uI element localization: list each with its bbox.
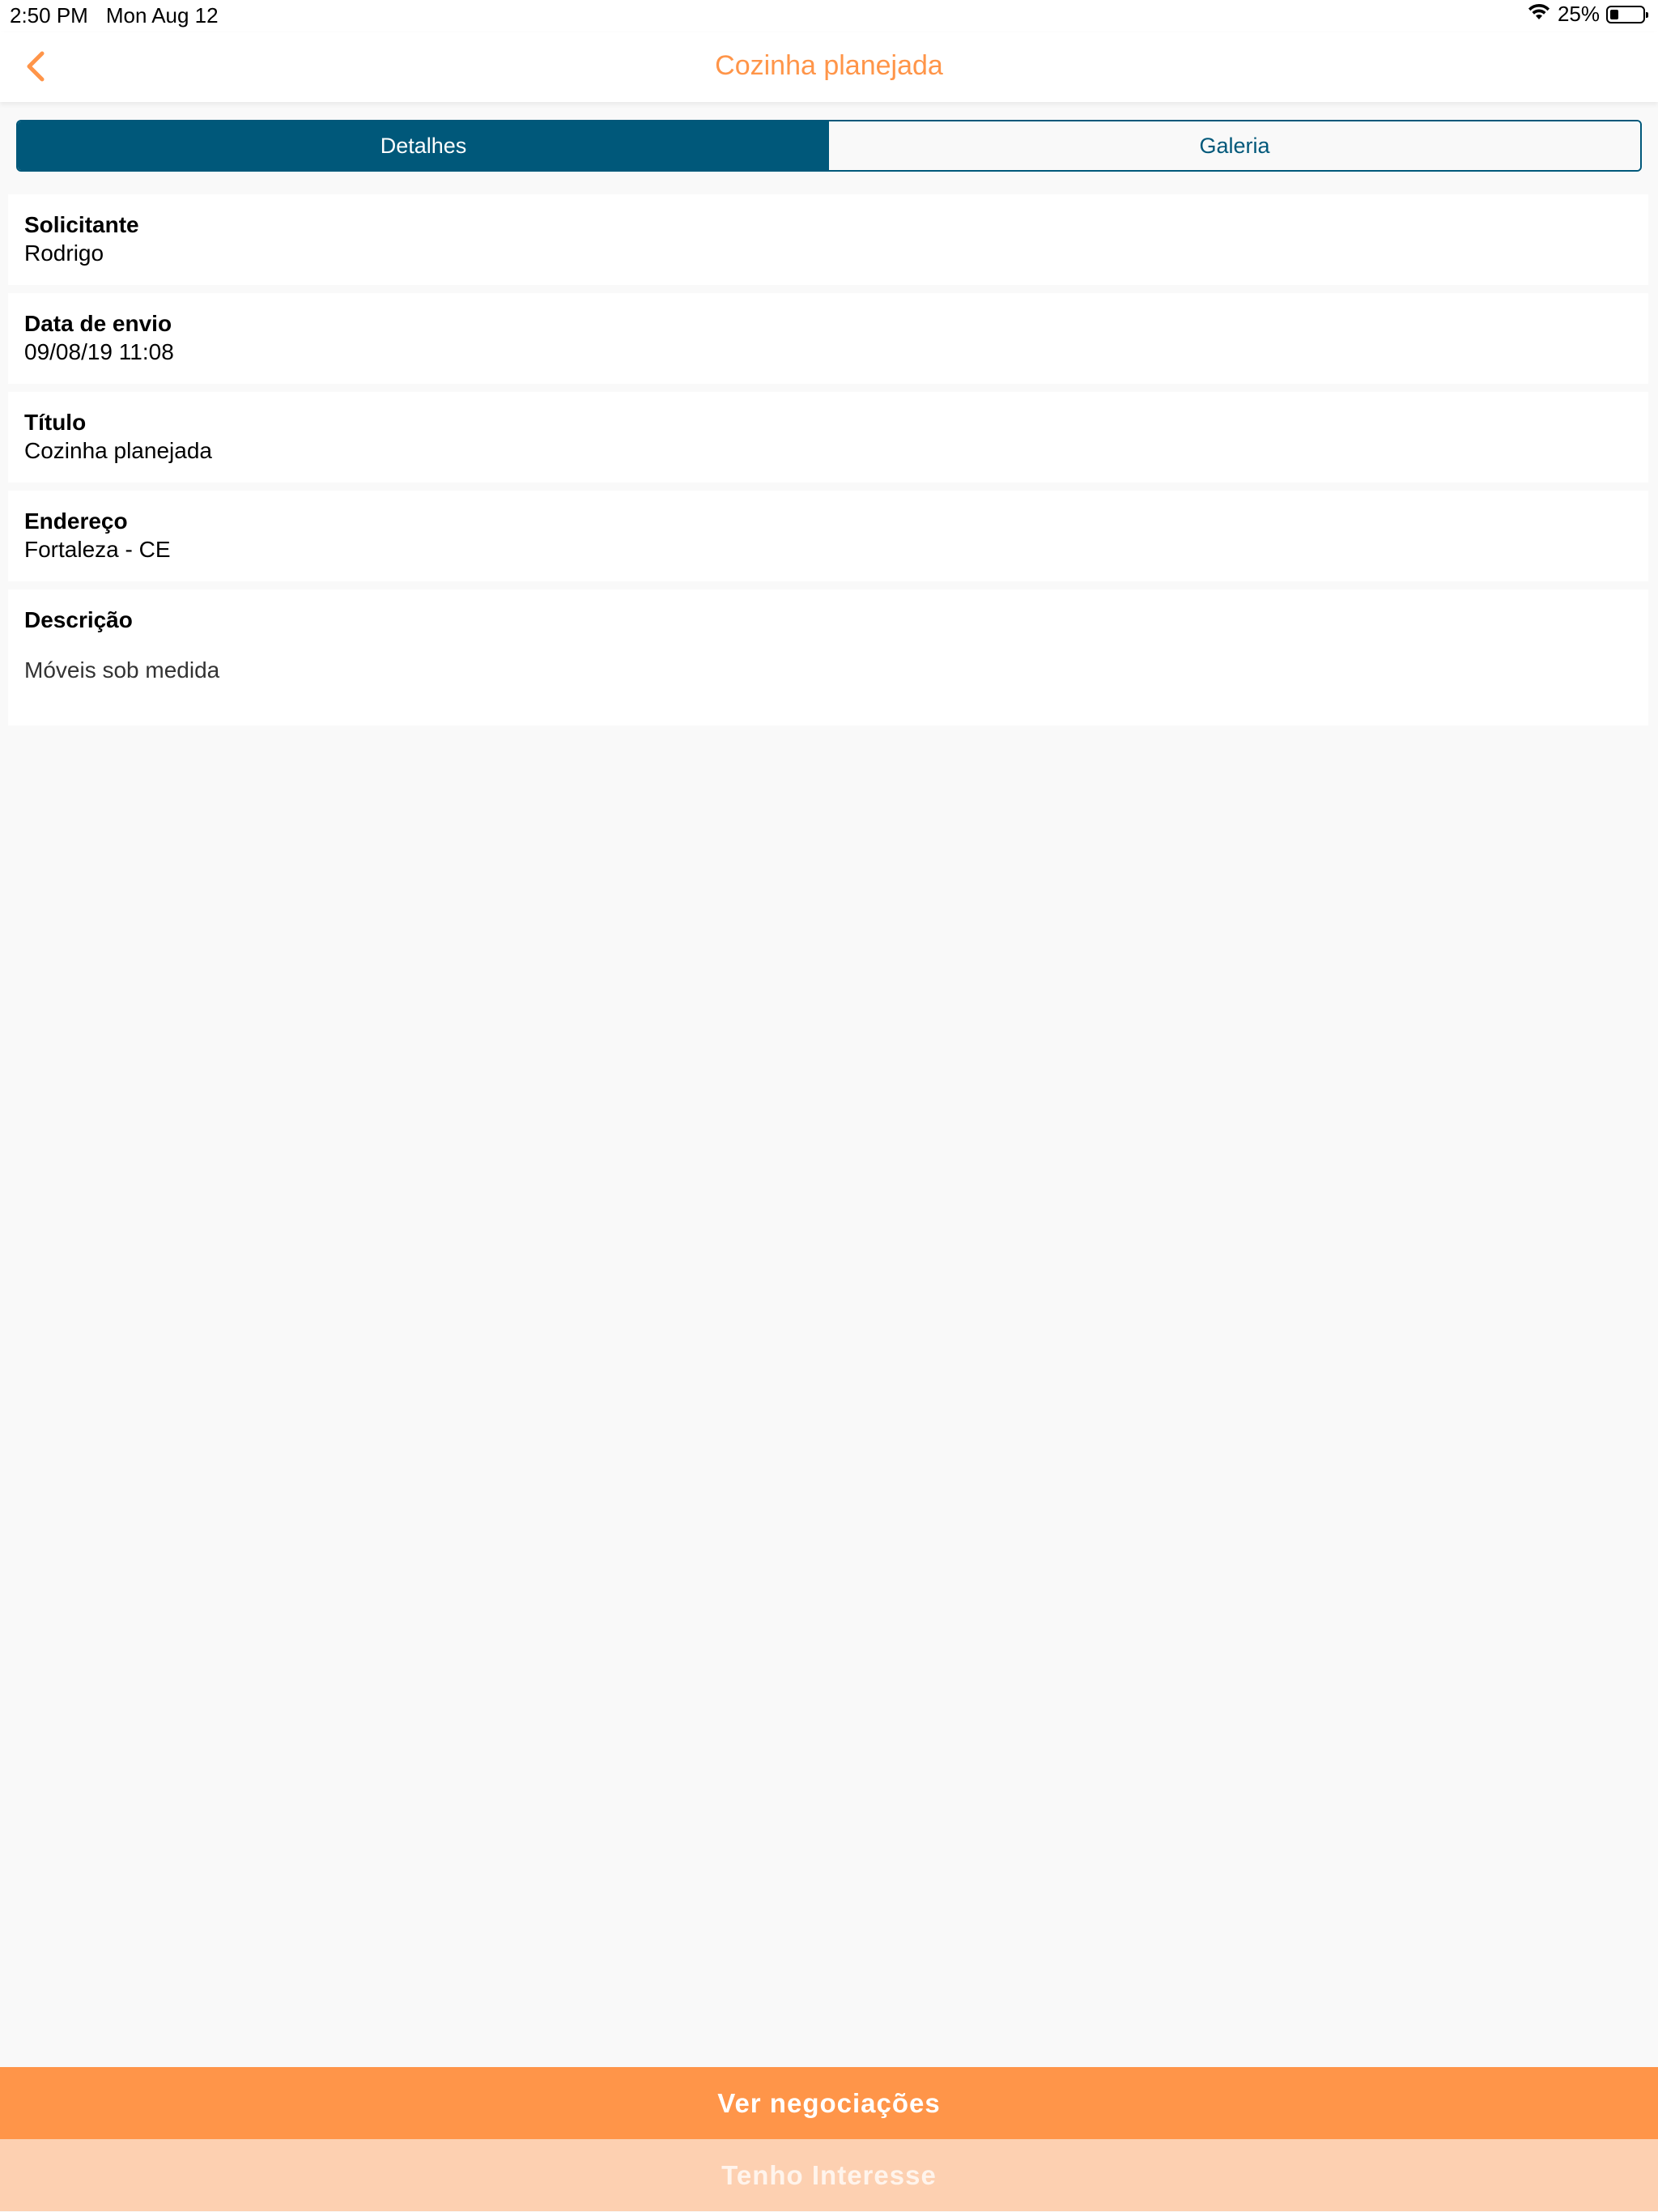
tenho-interesse-button[interactable]: Tenho Interesse	[0, 2139, 1658, 2211]
status-left: 2:50 PM Mon Aug 12	[10, 3, 219, 28]
detail-card-descricao: Descrição Móveis sob medida	[8, 589, 1648, 725]
detail-value: Rodrigo	[24, 240, 104, 266]
battery-tip	[1646, 11, 1648, 18]
detail-value: 09/08/19 11:08	[24, 339, 174, 364]
status-time: 2:50 PM	[10, 3, 88, 28]
wifi-icon	[1527, 2, 1551, 27]
status-right: 25%	[1527, 2, 1648, 27]
status-date: Mon Aug 12	[105, 3, 219, 28]
ver-negociacoes-button[interactable]: Ver negociações	[0, 2067, 1658, 2139]
description-label: Descrição	[24, 607, 133, 632]
detail-card-titulo: Título Cozinha planejada	[8, 392, 1648, 483]
battery-percentage: 25%	[1557, 2, 1600, 26]
tab-galeria[interactable]: Galeria	[829, 121, 1640, 170]
detail-card-solicitante: Solicitante Rodrigo	[8, 194, 1648, 285]
description-text: Móveis sob medida	[24, 657, 220, 683]
detail-value: Fortaleza - CE	[24, 537, 171, 562]
tab-detalhes[interactable]: Detalhes	[18, 121, 829, 170]
page-title: Cozinha planejada	[715, 50, 943, 81]
detail-label: Título	[24, 410, 87, 435]
detail-card-endereco: Endereço Fortaleza - CE	[8, 491, 1648, 581]
detail-value: Cozinha planejada	[24, 438, 212, 463]
segmented-control: Detalhes Galeria	[16, 120, 1642, 172]
status-bar: 2:50 PM Mon Aug 12 25%	[0, 0, 1658, 32]
battery-level	[1610, 9, 1618, 19]
detail-label: Endereço	[24, 508, 128, 534]
detail-label: Data de envio	[24, 311, 172, 336]
battery-icon	[1606, 5, 1648, 23]
detail-card-data-envio: Data de envio 09/08/19 11:08	[8, 293, 1648, 384]
detail-label: Solicitante	[24, 212, 139, 237]
navigation-bar: Cozinha planejada	[0, 32, 1658, 102]
